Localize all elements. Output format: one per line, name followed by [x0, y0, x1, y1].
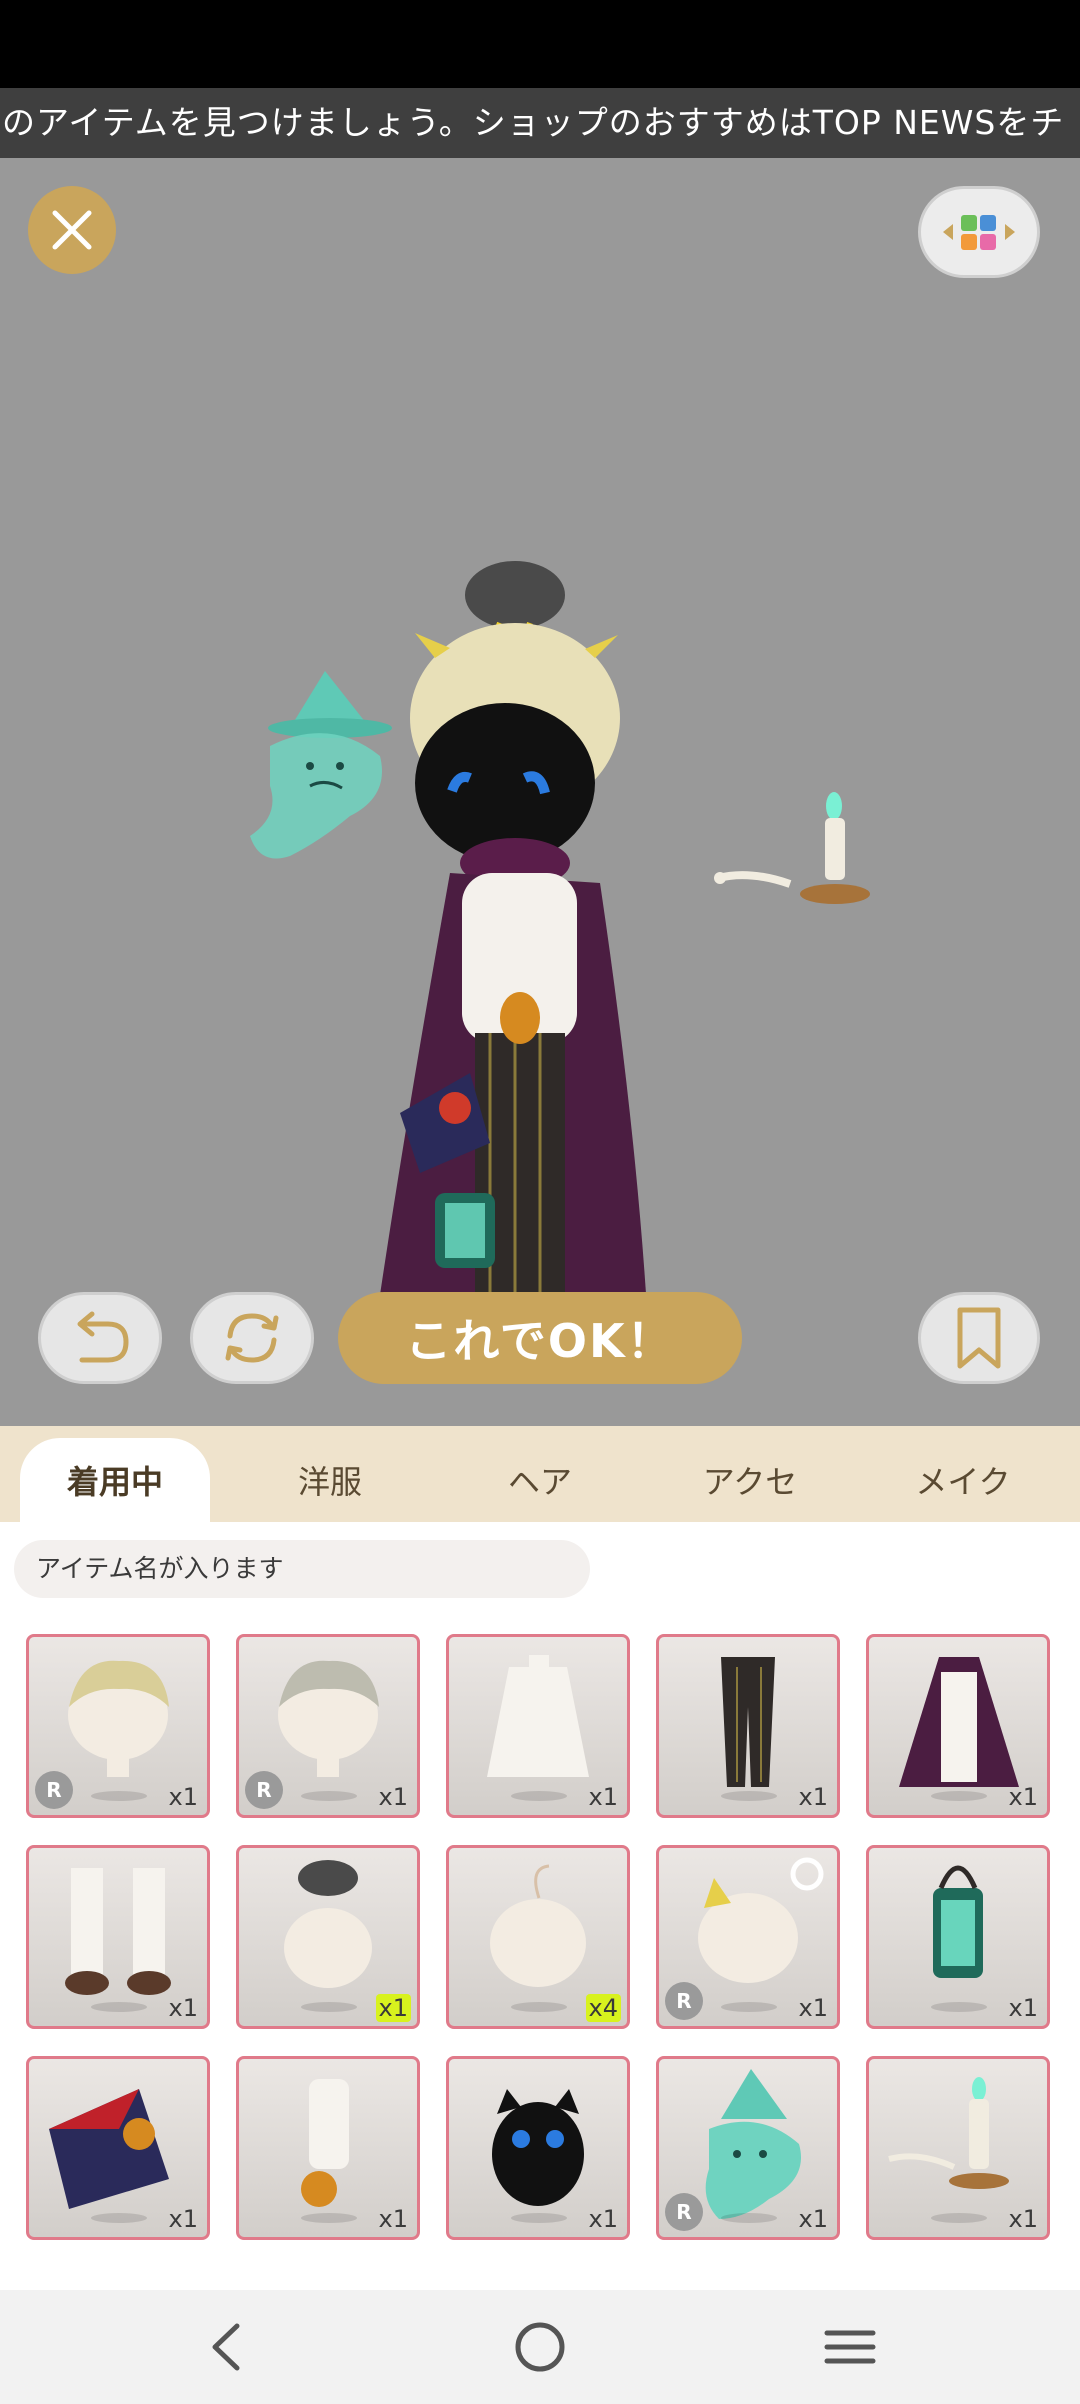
tab-wearing[interactable]: 着用中 — [20, 1438, 210, 1522]
item-quantity: x1 — [378, 1783, 408, 1811]
nav-home-button[interactable] — [485, 2312, 595, 2382]
bookmark-button[interactable] — [918, 1292, 1040, 1384]
tab-accessories[interactable]: アクセ — [655, 1438, 845, 1522]
item-card-grey-hair[interactable]: Rx1 — [236, 1634, 420, 1818]
item-shadow — [301, 2213, 357, 2223]
item-shadow — [511, 2213, 567, 2223]
item-card-white-socks-shoes[interactable]: x1 — [26, 1845, 210, 2029]
rotate-icon — [225, 1313, 279, 1363]
item-quantity: x1 — [798, 1783, 828, 1811]
candle-figure — [714, 792, 870, 904]
avatar-character — [370, 561, 650, 1377]
close-button[interactable] — [28, 186, 116, 274]
bookmark-icon — [957, 1307, 1001, 1369]
back-icon — [212, 2323, 240, 2371]
item-quantity: x1 — [798, 2205, 828, 2233]
news-ticker: のアイテムを見つけましょう。ショップのおすすめはTOP NEWSをチ — [0, 88, 1080, 158]
item-shadow — [721, 2213, 777, 2223]
item-card-spellbook-key[interactable]: x1 — [26, 2056, 210, 2240]
layout-toggle-button[interactable] — [918, 186, 1040, 278]
undo-button[interactable] — [38, 1292, 162, 1384]
item-shadow — [301, 2002, 357, 2012]
recents-icon — [824, 2330, 876, 2364]
item-quantity: x1 — [168, 1994, 198, 2022]
item-shadow — [511, 2002, 567, 2012]
category-tabs: 着用中 洋服 ヘア アクセ メイク — [0, 1426, 1080, 1522]
item-shadow — [721, 1791, 777, 1801]
item-name-field[interactable]: アイテム名が入ります — [14, 1540, 590, 1598]
item-shadow — [721, 2002, 777, 2012]
item-quantity: x1 — [378, 2205, 408, 2233]
item-shadow — [91, 2002, 147, 2012]
item-card-purple-cape[interactable]: x1 — [866, 1634, 1050, 1818]
item-card-storm-cloud-hat[interactable]: x1 — [236, 1845, 420, 2029]
rotate-button[interactable] — [190, 1292, 314, 1384]
item-shadow — [931, 2213, 987, 2223]
item-card-gold-pendant[interactable]: x1 — [236, 2056, 420, 2240]
item-panel: アイテム名が入ります Rx1 Rx1 x1 x1 x1 x1 x1 x4 Rx1 x1 x1 x1 x1… — [0, 1522, 1080, 2290]
item-card-striped-pants[interactable]: x1 — [656, 1634, 840, 1818]
status-bar — [0, 0, 1080, 88]
item-card-hair-sprout[interactable]: x4 — [446, 1845, 630, 2029]
item-quantity: x1 — [375, 1994, 411, 2022]
confirm-outfit-button[interactable]: これでOK！ — [338, 1292, 742, 1384]
app-screen: のアイテムを見つけましょう。ショップのおすすめはTOP NEWSをチ これでOK… — [0, 0, 1080, 2404]
item-shadow — [91, 1791, 147, 1801]
item-card-candle-skeleton[interactable]: x1 — [866, 2056, 1050, 2240]
item-card-ghost-witch[interactable]: Rx1 — [656, 2056, 840, 2240]
item-quantity: x1 — [168, 2205, 198, 2233]
item-card-green-lantern[interactable]: x1 — [866, 1845, 1050, 2029]
item-quantity: x4 — [585, 1994, 621, 2022]
undo-icon — [77, 1311, 129, 1363]
item-quantity: x1 — [588, 2205, 618, 2233]
item-quantity: x1 — [1008, 2205, 1038, 2233]
rare-badge: R — [35, 1771, 73, 1809]
item-quantity: x1 — [1008, 1994, 1038, 2022]
system-navbar — [0, 2290, 1080, 2404]
avatar-stage: これでOK！ — [0, 158, 1080, 1426]
item-card-blonde-hair[interactable]: Rx1 — [26, 1634, 210, 1818]
item-shadow — [931, 1791, 987, 1801]
item-quantity: x1 — [1008, 1783, 1038, 1811]
item-card-white-blouse[interactable]: x1 — [446, 1634, 630, 1818]
item-quantity: x1 — [168, 1783, 198, 1811]
item-quantity: x1 — [798, 1994, 828, 2022]
color-grid-icon — [943, 215, 1015, 250]
item-card-black-owl[interactable]: x1 — [446, 2056, 630, 2240]
tab-makeup[interactable]: メイク — [868, 1438, 1058, 1522]
rare-badge: R — [665, 2193, 703, 2231]
tab-clothes[interactable]: 洋服 — [235, 1438, 425, 1522]
nav-back-button[interactable] — [172, 2312, 282, 2382]
tab-hair[interactable]: ヘア — [445, 1438, 635, 1522]
item-shadow — [91, 2213, 147, 2223]
item-shadow — [511, 1791, 567, 1801]
close-icon — [52, 210, 92, 250]
item-quantity: x1 — [588, 1783, 618, 1811]
home-icon — [515, 2322, 565, 2372]
rare-badge: R — [245, 1771, 283, 1809]
item-shadow — [931, 2002, 987, 2012]
nav-recents-button[interactable] — [795, 2312, 905, 2382]
item-shadow — [301, 1791, 357, 1801]
item-card-cat-ear-hair[interactable]: Rx1 — [656, 1845, 840, 2029]
rare-badge: R — [665, 1982, 703, 2020]
